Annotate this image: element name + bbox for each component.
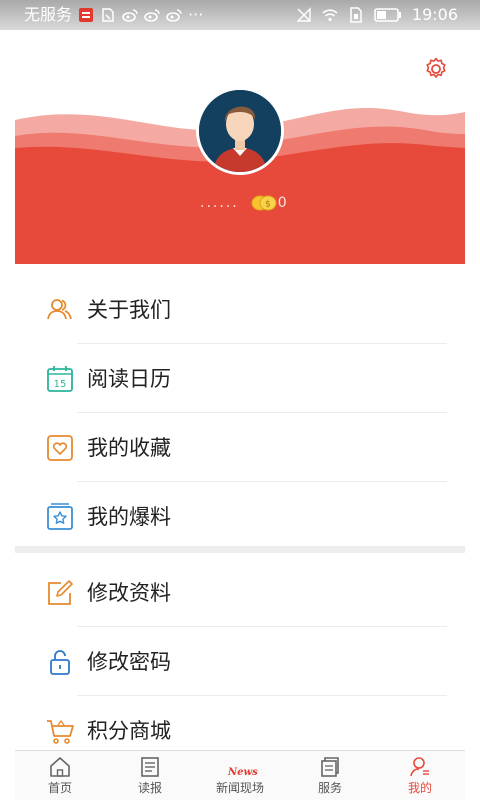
- section-divider: [15, 546, 465, 553]
- lock-icon: [50, 650, 70, 675]
- calendar-icon: 15: [47, 366, 73, 392]
- menu-item-reading-calendar[interactable]: 15 阅读日历: [15, 344, 465, 413]
- tab-label: 首页: [47, 781, 72, 795]
- service-icon: [321, 757, 339, 777]
- shopping-cart-icon: [47, 719, 74, 744]
- more-dots: ···: [188, 5, 204, 24]
- profile-info-row: ...... $ 0: [200, 194, 287, 212]
- coins-icon: $: [251, 195, 277, 211]
- tab-label: 新闻现场: [215, 781, 264, 795]
- tab-service[interactable]: 服务: [285, 751, 375, 800]
- nickname[interactable]: ......: [200, 195, 239, 211]
- status-time: 19:06: [411, 5, 458, 24]
- newspaper-icon: [141, 757, 159, 777]
- wifi-icon: [322, 9, 338, 22]
- tip-off-star-icon: [47, 503, 73, 530]
- status-bar: 无服务 ··· 19:06: [0, 0, 480, 30]
- no-signal-icon: [296, 7, 311, 22]
- weibo-icon: [144, 9, 160, 22]
- tab-read-paper[interactable]: 读报: [105, 751, 195, 800]
- tab-label: 读报: [137, 781, 162, 795]
- calendar-day: 15: [54, 379, 67, 390]
- menu-item-label: 我的爆料: [87, 505, 171, 529]
- news-app-icon: [79, 8, 94, 22]
- menu-item-change-password[interactable]: 修改密码: [15, 627, 465, 696]
- favorites-heart-icon: [47, 435, 73, 461]
- my-page: 无服务 ··· 19:06 ...... $ 0 关于我们 15 阅读日历 我的…: [0, 0, 480, 800]
- avatar[interactable]: [196, 87, 284, 175]
- menu-item-about-us[interactable]: 关于我们: [15, 275, 465, 344]
- weibo-icon: [122, 9, 138, 22]
- status-bar-left: 无服务 ···: [24, 5, 203, 25]
- menu-group-1: 关于我们 15 阅读日历 我的收藏 我的爆料: [15, 275, 465, 551]
- tab-label: 我的: [407, 781, 432, 795]
- sim-icon: [102, 8, 114, 22]
- battery-icon: [374, 8, 401, 22]
- coin-count: 0: [277, 195, 287, 211]
- menu-item-tip-off[interactable]: 我的爆料: [15, 482, 465, 551]
- menu-item-label: 关于我们: [87, 298, 171, 322]
- menu-item-favorites[interactable]: 我的收藏: [15, 413, 465, 482]
- edit-profile-icon: [48, 580, 73, 605]
- tab-mine[interactable]: 我的: [375, 751, 465, 800]
- menu-item-label: 积分商城: [87, 719, 171, 743]
- about-us-icon: [47, 299, 72, 320]
- menu-item-label: 修改密码: [87, 650, 171, 674]
- sim-card-icon: [350, 7, 362, 23]
- news-live-icon: News: [228, 760, 258, 778]
- settings-gear-icon[interactable]: [423, 56, 449, 82]
- carrier-label: 无服务: [24, 5, 73, 24]
- menu-group-2: 修改资料 修改密码 积分商城: [15, 558, 465, 765]
- weibo-icon: [166, 9, 182, 22]
- home-icon: [50, 757, 70, 777]
- tab-home[interactable]: 首页: [15, 751, 105, 800]
- menu-item-label: 阅读日历: [87, 367, 171, 391]
- user-icon: [410, 757, 429, 777]
- svg-text:$: $: [265, 200, 271, 210]
- profile-header: ...... $ 0: [15, 30, 465, 264]
- menu-item-label: 我的收藏: [87, 436, 171, 460]
- tab-label: 服务: [317, 781, 342, 795]
- news-live-icon-text: News: [228, 767, 258, 778]
- bottom-tab-bar: 首页 读报 News 新闻现场 服务 我的: [15, 750, 465, 800]
- menu-item-edit-profile[interactable]: 修改资料: [15, 558, 465, 627]
- status-bar-right: 19:06: [296, 5, 458, 25]
- menu-item-label: 修改资料: [87, 581, 171, 605]
- avatar-person-icon: [199, 90, 281, 172]
- tab-news-live[interactable]: News 新闻现场: [195, 751, 285, 800]
